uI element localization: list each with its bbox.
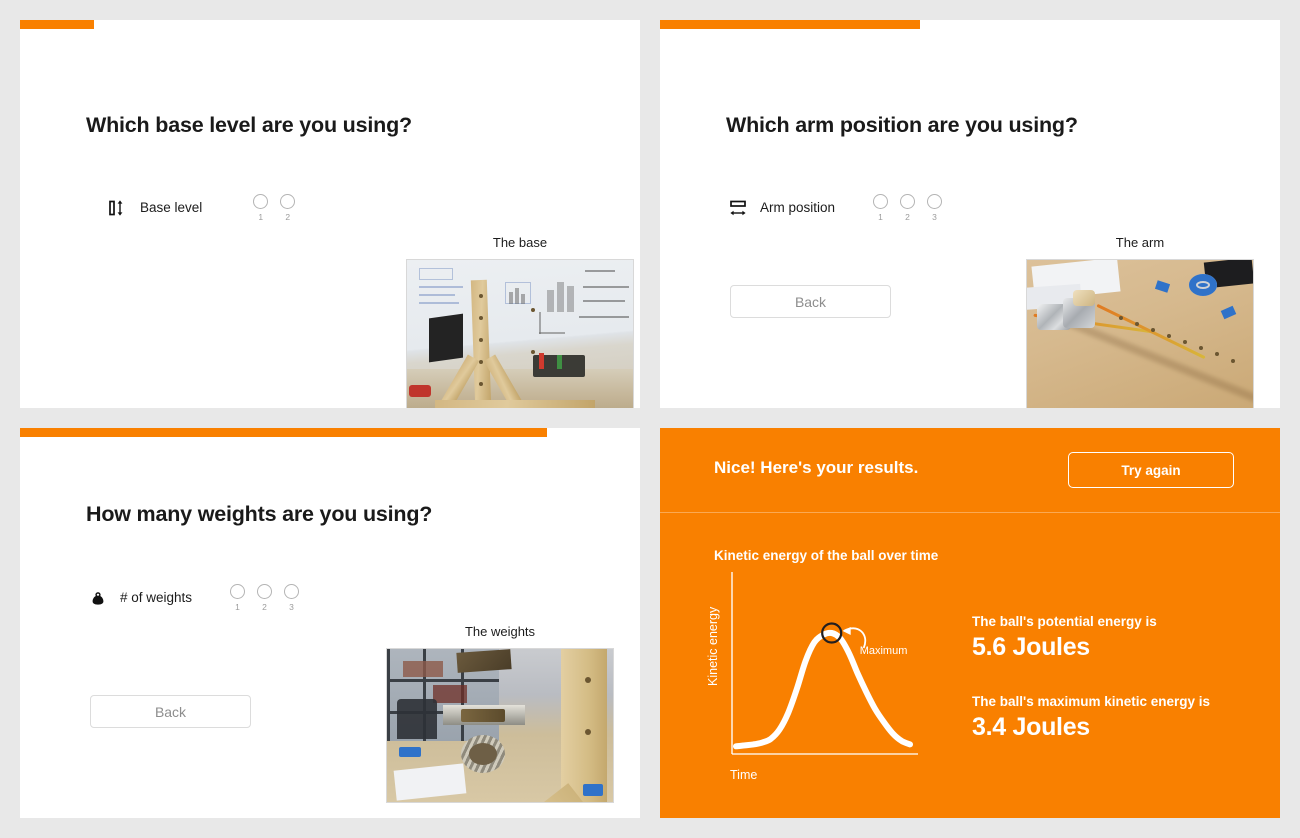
chart-x-axis-label: Time [730,768,758,782]
media-caption: The weights [464,624,536,639]
stat-value-potential-energy: 5.6 Joules [972,633,1090,661]
radio-circle[interactable] [284,584,300,599]
control-row-base-level: Base level 12 [108,194,301,222]
progress-fill [660,20,921,29]
radio-circle[interactable] [927,194,943,209]
page-title: How many weights are you using? [86,502,433,526]
stat-label-max-kinetic-energy: The ball's maximum kinetic energy is [972,694,1211,709]
media-weights: The weights [386,624,614,803]
progress-bar-base [20,20,640,29]
radio-circle[interactable] [900,194,916,209]
radio-circle[interactable] [873,194,889,209]
vertical-level-arrow-icon [108,197,128,219]
radio-option-2[interactable]: 2 [251,584,278,612]
progress-fill [20,20,95,29]
laptop-in-photo [429,313,463,363]
back-button[interactable]: Back [730,285,891,318]
card-base-level: Which base level are you using? Base lev… [20,20,640,408]
radio-option-label: 3 [932,212,937,222]
media-caption: The base [492,235,548,250]
photo-arm [1026,259,1254,408]
radio-group-arm-position[interactable]: 1 2 3 [867,194,948,222]
radio-group-weights[interactable]: 1 2 3 [224,584,305,612]
radio-option-3[interactable]: 3 [921,194,948,222]
chart-title: Kinetic energy of the ball over time [714,548,939,563]
radio-circle[interactable] [230,584,246,599]
radio-option-2[interactable]: 2 [274,194,301,222]
control-label: # of weights [120,590,193,606]
page-title: Which base level are you using? [86,113,412,137]
chart-annotation-label: Maximum [860,645,908,657]
control-row-weights: # of weights 1 2 3 [88,584,305,612]
radio-option-label: 3 [289,602,294,612]
radio-circle[interactable] [257,584,273,599]
card-results: Nice! Here's your results. Try again Kin… [660,428,1280,818]
chart-annotation-arrowhead [842,627,851,635]
control-label: Base level [140,200,203,216]
media-caption: The arm [1115,235,1165,250]
back-button[interactable]: Back [90,695,251,728]
chart-plot-area: Maximum [731,572,918,755]
radio-option-label: 2 [905,212,910,222]
results-title: Nice! Here's your results. [714,458,919,477]
radio-option-label: 2 [262,602,267,612]
slide-board: Which base level are you using? Base lev… [0,0,1300,838]
horizontal-position-arrow-icon [728,197,748,219]
radio-option-3[interactable]: 3 [278,584,305,612]
radio-option-1[interactable]: 1 [867,194,894,222]
radio-option-1[interactable]: 1 [224,584,251,612]
card-arm-position: Which arm position are you using? Arm po… [660,20,1280,408]
progress-bar-arm [660,20,1280,29]
radio-option-label: 1 [258,212,264,222]
control-label: Arm position [760,200,836,216]
radio-option-label: 1 [235,602,240,612]
radio-circle[interactable] [253,194,269,209]
radio-option-label: 2 [285,212,291,222]
media-base: The base [406,235,634,408]
radio-option-2[interactable]: 2 [894,194,921,222]
radio-group-base-level[interactable]: 12 [247,194,301,222]
photo-weights [386,648,614,803]
kinetic-energy-chart: Kinetic energy Time Maximum [706,568,960,788]
photo-base [406,259,634,408]
radio-option-label: 1 [878,212,883,222]
try-again-button[interactable]: Try again [1068,452,1234,488]
page-title: Which arm position are you using? [726,113,1078,137]
chart-y-axis-label: Kinetic energy [706,606,720,686]
radio-option-1[interactable]: 1 [247,194,274,222]
progress-fill [20,428,547,437]
stat-label-potential-energy: The ball's potential energy is [972,614,1157,629]
control-row-arm-position: Arm position 1 2 3 [728,194,948,222]
stat-value-max-kinetic-energy: 3.4 Joules [972,713,1090,741]
radio-circle[interactable] [280,194,296,209]
weight-icon [88,587,108,609]
header-divider [660,512,1280,513]
progress-bar-weights [20,428,640,437]
card-weights: How many weights are you using? # of wei… [20,428,640,818]
media-arm: The arm [1026,235,1254,408]
results-stats: The ball's potential energy is 5.6 Joule… [972,614,1210,742]
